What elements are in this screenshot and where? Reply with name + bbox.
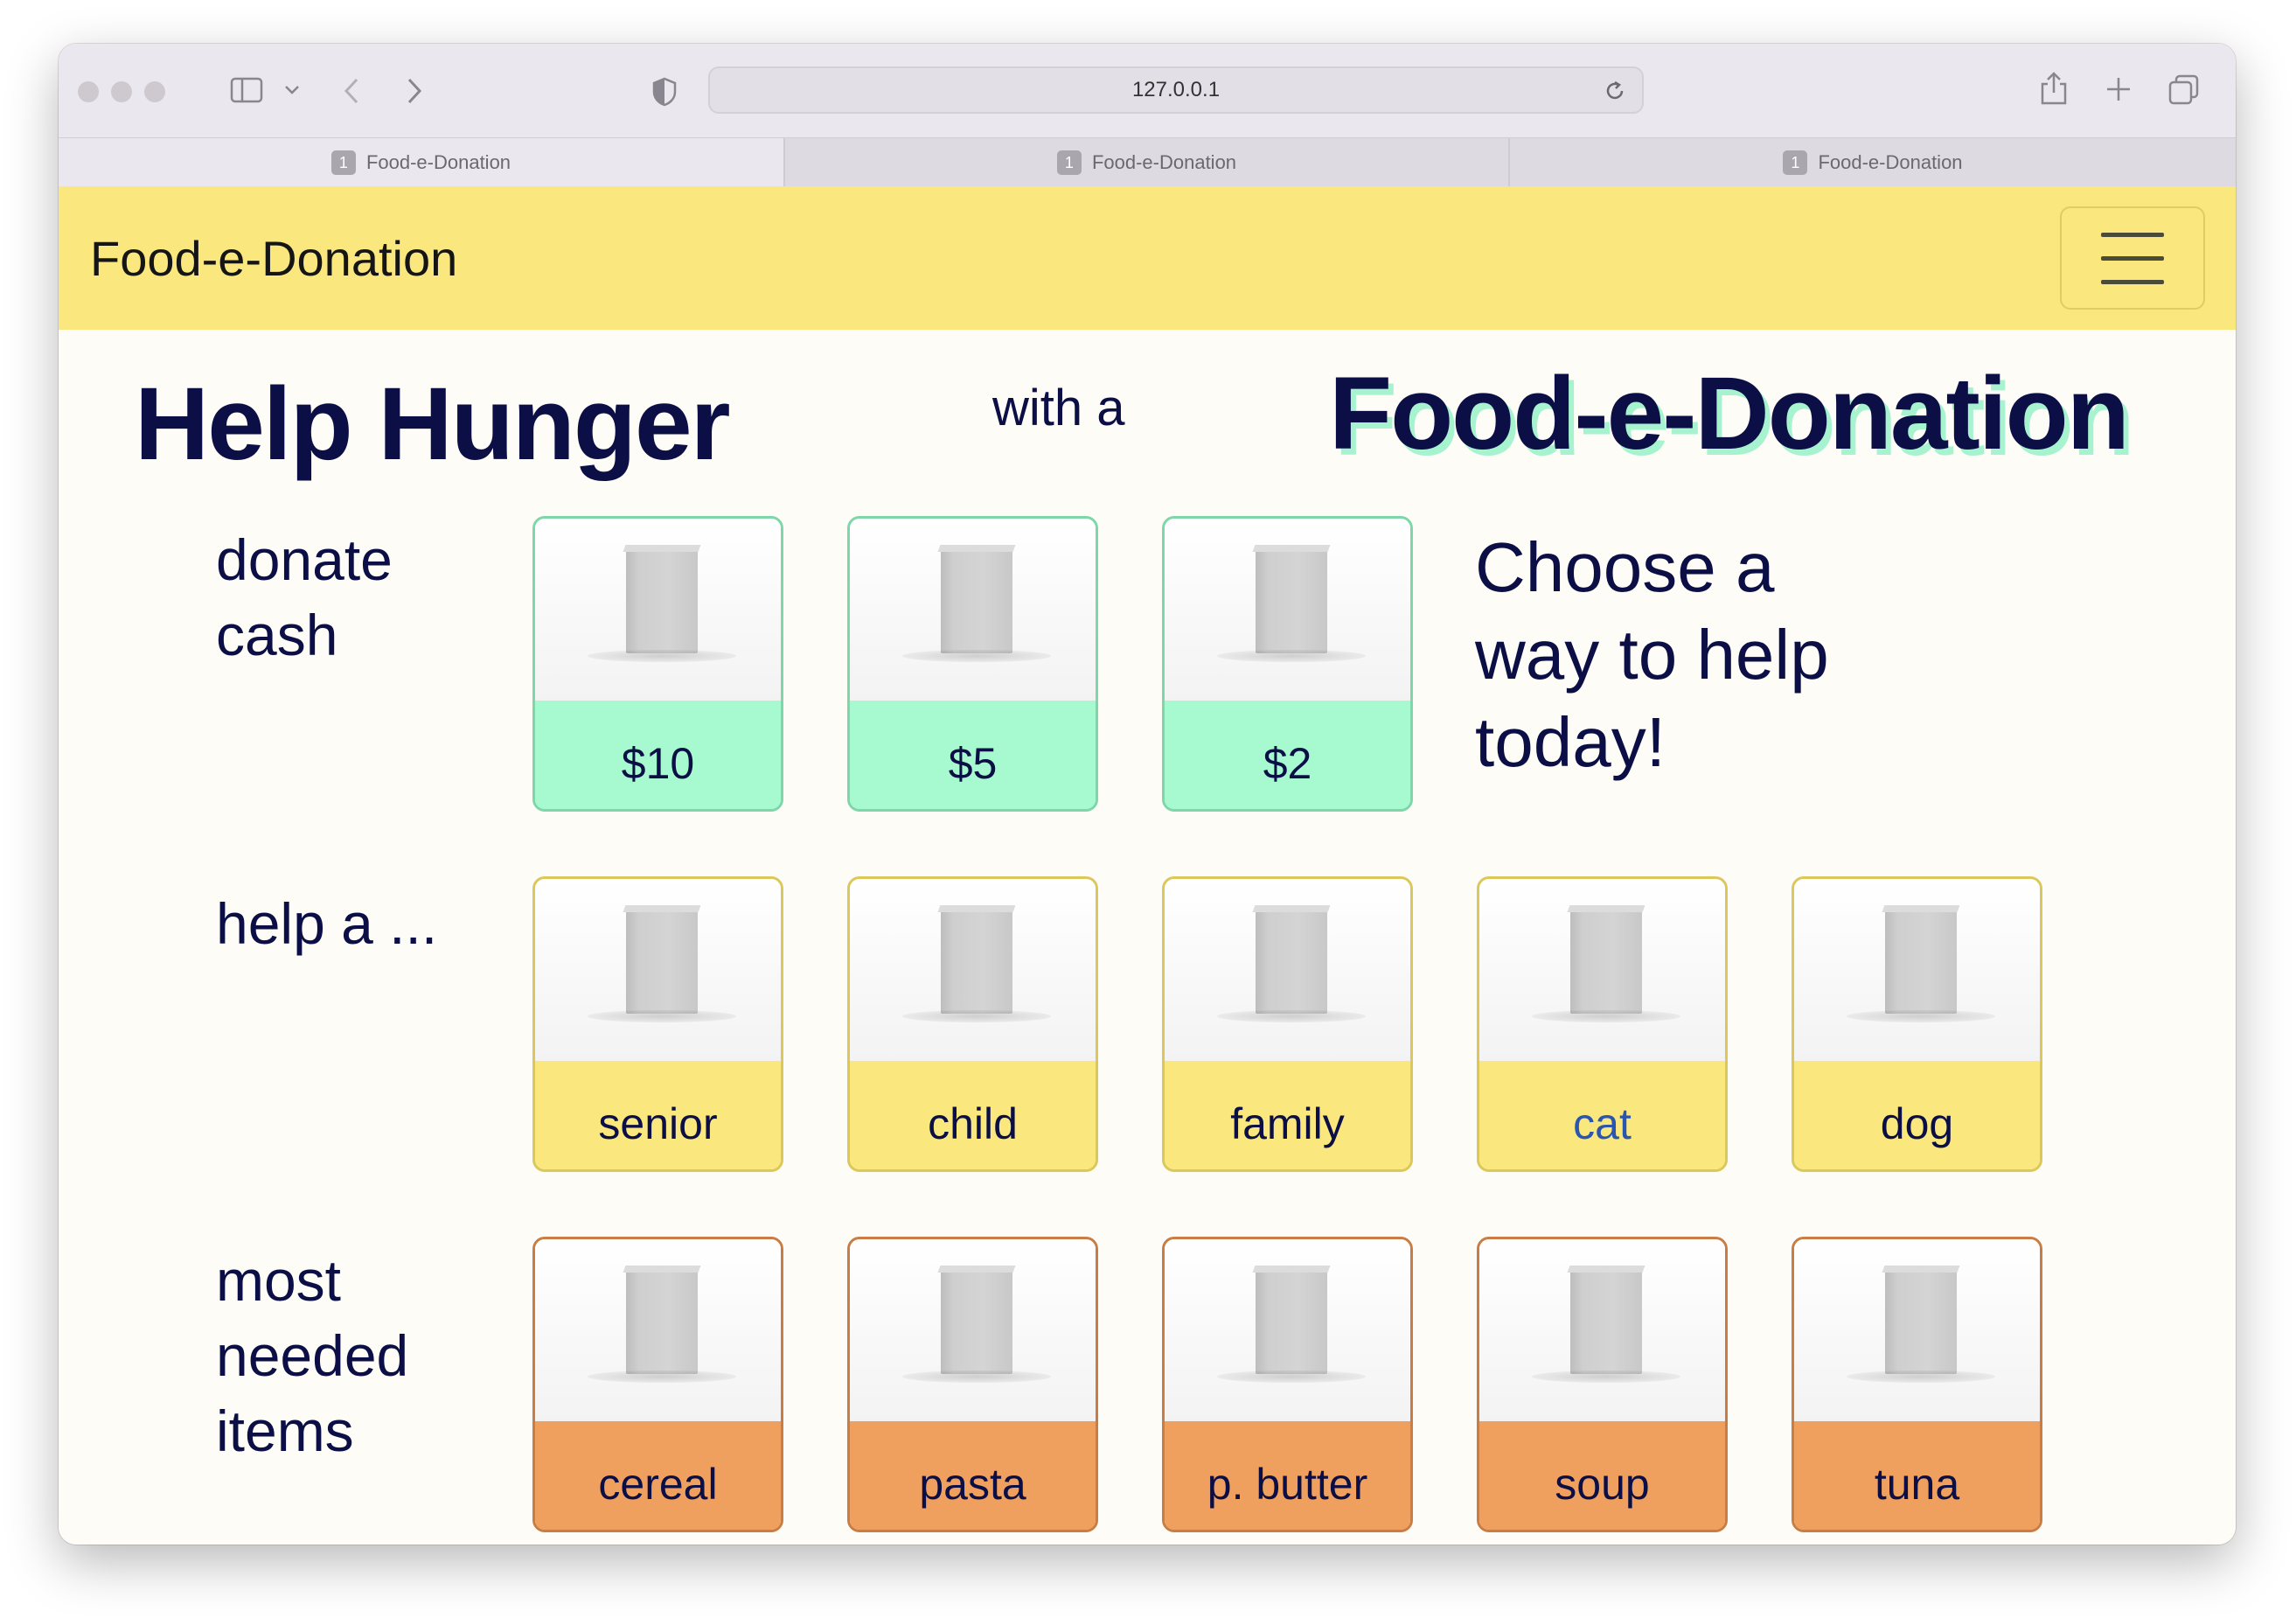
card-label: pasta: [850, 1421, 1096, 1530]
card-label: $2: [1165, 701, 1410, 809]
url-text: 127.0.0.1: [1131, 78, 1221, 101]
item-peanut-butter-card[interactable]: p. butter: [1162, 1237, 1413, 1532]
forward-icon[interactable]: [405, 77, 424, 105]
card-label: $5: [850, 701, 1096, 809]
tab-title: Food-e-Donation: [1818, 151, 1963, 173]
item-soup-card[interactable]: soup: [1477, 1237, 1728, 1532]
browser-toolbar: 127.0.0.1: [59, 44, 2236, 137]
hero-title-brand: Food-e-Donation: [1329, 356, 2130, 471]
privacy-shield-icon[interactable]: [651, 77, 678, 107]
card-label: soup: [1479, 1421, 1725, 1530]
site-navbar: Food-e-Donation: [59, 186, 2236, 330]
minimize-window-button[interactable]: [111, 81, 132, 102]
navbar-brand[interactable]: Food-e-Donation: [90, 230, 457, 287]
tab-overview-icon[interactable]: [2167, 73, 2201, 107]
main-content: Help Hunger with a Food-e-Donation donat…: [59, 330, 2236, 1545]
card-label: family: [1165, 1061, 1410, 1169]
product-image: [1794, 879, 2040, 1061]
card-label: tuna: [1794, 1421, 2040, 1530]
choose-way-text: Choose a way to help today!: [1475, 528, 1829, 781]
product-image: [535, 519, 781, 701]
chevron-down-icon[interactable]: [284, 84, 300, 96]
menu-toggle-button[interactable]: [2060, 206, 2205, 310]
tab-3[interactable]: 1 Food-e-Donation: [1508, 138, 2236, 187]
zoom-window-button[interactable]: [144, 81, 165, 102]
tab-number: 1: [1783, 150, 1808, 175]
hamburger-line: [2101, 280, 2164, 284]
browser-window: 127.0.0.1 1 Food-e-Donation 1 Food-e-Don…: [59, 44, 2236, 1545]
help-senior-card[interactable]: senior: [532, 876, 783, 1172]
reload-icon[interactable]: [1604, 80, 1626, 102]
product-image: [535, 879, 781, 1061]
product-image: [850, 879, 1096, 1061]
help-dog-card[interactable]: dog: [1792, 876, 2042, 1172]
item-cereal-card[interactable]: cereal: [532, 1237, 783, 1532]
hero-title-help: Help Hunger: [135, 366, 730, 482]
card-label: $10: [535, 701, 781, 809]
product-image: [1165, 519, 1410, 701]
tab-1[interactable]: 1 Food-e-Donation: [59, 138, 783, 187]
product-image: [1165, 1239, 1410, 1421]
hero-title-with: with a: [992, 380, 1125, 436]
sidebar-icon[interactable]: [230, 77, 265, 103]
card-label: senior: [535, 1061, 781, 1169]
tab-title: Food-e-Donation: [365, 151, 511, 173]
card-label: cat: [1479, 1061, 1725, 1169]
tab-2[interactable]: 1 Food-e-Donation: [783, 138, 1508, 187]
item-tuna-card[interactable]: tuna: [1792, 1237, 2042, 1532]
product-image: [850, 519, 1096, 701]
product-image: [535, 1239, 781, 1421]
help-cat-card[interactable]: cat: [1477, 876, 1728, 1172]
card-label: child: [850, 1061, 1096, 1169]
row-label-needed: most needed items: [216, 1248, 409, 1463]
close-window-button[interactable]: [78, 81, 99, 102]
card-label: dog: [1794, 1061, 2040, 1169]
share-icon[interactable]: [2039, 70, 2069, 107]
card-label: cereal: [535, 1421, 781, 1530]
product-image: [850, 1239, 1096, 1421]
hamburger-line: [2101, 256, 2164, 261]
item-pasta-card[interactable]: pasta: [847, 1237, 1098, 1532]
product-image: [1479, 1239, 1725, 1421]
back-icon[interactable]: [342, 77, 361, 105]
tab-number: 1: [1056, 150, 1082, 175]
hamburger-line: [2101, 233, 2164, 237]
donate-2-card[interactable]: $2: [1162, 516, 1413, 812]
tab-bar: 1 Food-e-Donation 1 Food-e-Donation 1 Fo…: [59, 137, 2236, 187]
tab-title: Food-e-Donation: [1091, 151, 1237, 173]
row-label-cash: donate cash: [216, 527, 393, 667]
tab-number: 1: [330, 150, 356, 175]
donate-5-card[interactable]: $5: [847, 516, 1098, 812]
help-family-card[interactable]: family: [1162, 876, 1413, 1172]
row-label-help: help a ...: [216, 891, 438, 956]
card-label: p. butter: [1165, 1421, 1410, 1530]
product-image: [1794, 1239, 2040, 1421]
help-child-card[interactable]: child: [847, 876, 1098, 1172]
address-bar[interactable]: 127.0.0.1: [708, 66, 1644, 114]
product-image: [1165, 879, 1410, 1061]
new-tab-icon[interactable]: [2105, 75, 2132, 103]
product-image: [1479, 879, 1725, 1061]
donate-10-card[interactable]: $10: [532, 516, 783, 812]
